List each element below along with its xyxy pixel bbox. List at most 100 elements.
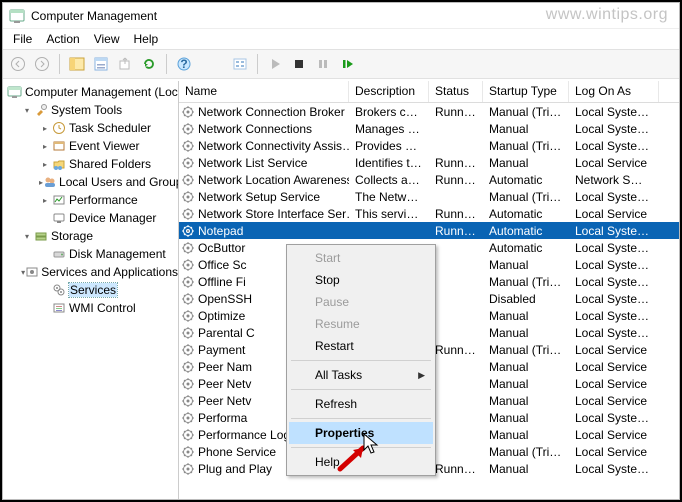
expand-icon[interactable]: ▾ [21,232,33,241]
service-description: Provides Dir… [349,139,429,153]
service-logon-as: Local Syste… [569,105,659,119]
col-name[interactable]: Name [179,81,349,102]
app-icon [9,8,25,24]
menu-view[interactable]: View [88,30,126,48]
service-startup-type: Manual [483,122,569,136]
expand-icon[interactable]: ▸ [39,142,51,151]
gear-icon [181,190,195,204]
service-startup-type: Manual [483,394,569,408]
nav-forward-button[interactable] [31,53,53,75]
service-row[interactable]: Network Connectivity Assis…Provides Dir…… [179,137,679,154]
tree-services-applications[interactable]: ▾ Services and Applications [3,263,178,281]
service-startup-type: Manual [483,377,569,391]
tree-device-manager[interactable]: ▸ Device Manager [3,209,178,227]
menu-action[interactable]: Action [40,30,85,48]
service-status: Running [429,173,483,187]
service-startup-type: Manual (Trig… [483,275,569,289]
service-startup-type: Manual (Trig… [483,139,569,153]
service-name: Network Connections [198,122,312,136]
wmi-icon [51,300,67,316]
col-startup-type[interactable]: Startup Type [483,81,569,102]
services-apps-icon [25,264,39,280]
service-name: Network Store Interface Ser… [198,207,349,221]
service-startup-type: Manual [483,156,569,170]
help-toolbar-button[interactable]: ? [173,53,195,75]
service-startup-type: Manual (Trig… [483,343,569,357]
service-startup-type: Manual [483,309,569,323]
service-name: Notepad [198,224,243,238]
tree-root[interactable]: Computer Management (Local [3,83,178,101]
tree-task-scheduler[interactable]: ▸ Task Scheduler [3,119,178,137]
service-row[interactable]: Network Store Interface Ser…This service… [179,205,679,222]
tree-shared-folders[interactable]: ▸ Shared Folders [3,155,178,173]
gear-icon [181,122,195,136]
service-startup-type: Manual (Trig… [483,445,569,459]
clock-icon [51,120,67,136]
gear-icon [181,462,195,476]
gear-icon [181,445,195,459]
service-name: OcButtor [198,241,245,255]
refresh-toolbar-button[interactable] [138,53,160,75]
navigation-tree[interactable]: Computer Management (Local ▾ System Tool… [3,81,179,499]
tree-services[interactable]: ▸ Services [3,281,178,299]
col-description[interactable]: Description [349,81,429,102]
service-name: Payment [198,343,245,357]
window-title: Computer Management [31,9,157,23]
play-button[interactable] [264,53,286,75]
service-startup-type: Automatic [483,224,569,238]
service-startup-type: Manual [483,411,569,425]
ctx-all-tasks[interactable]: All Tasks▶ [289,364,433,386]
gear-icon [181,275,195,289]
service-row[interactable]: Network Setup ServiceThe Networ…Manual (… [179,188,679,205]
service-startup-type: Automatic [483,241,569,255]
service-row[interactable]: Network Connection BrokerBrokers con…Run… [179,103,679,120]
export-button[interactable] [114,53,136,75]
tree-performance[interactable]: ▸ Performance [3,191,178,209]
storage-icon [33,228,49,244]
service-status: Running [429,343,483,357]
nav-back-button[interactable] [7,53,29,75]
device-manager-icon [51,210,67,226]
service-status: Running [429,462,483,476]
service-name: Offline Fi [198,275,246,289]
restart-button[interactable] [336,53,358,75]
ctx-refresh[interactable]: Refresh [289,393,433,415]
properties-toolbar-button[interactable] [90,53,112,75]
tree-disk-management[interactable]: ▸ Disk Management [3,245,178,263]
ctx-stop[interactable]: Stop [289,269,433,291]
service-row[interactable]: Network ConnectionsManages o…ManualLocal… [179,120,679,137]
pause-button[interactable] [312,53,334,75]
service-name: Phone Service [198,445,276,459]
toolbar-separator [257,54,258,74]
service-status: Running [429,156,483,170]
gear-icon [181,258,195,272]
service-startup-type: Manual (Trig… [483,105,569,119]
service-startup-type: Automatic [483,173,569,187]
menu-file[interactable]: File [7,30,38,48]
expand-icon[interactable]: ▸ [39,124,51,133]
view-large-icons-button[interactable] [229,53,251,75]
tree-storage[interactable]: ▾ Storage [3,227,178,245]
expand-icon[interactable]: ▸ [39,196,51,205]
tree-system-tools[interactable]: ▾ System Tools [3,101,178,119]
menu-help[interactable]: Help [128,30,165,48]
service-status: Running [429,224,483,238]
col-status[interactable]: Status [429,81,483,102]
tree-event-viewer[interactable]: ▸ Event Viewer [3,137,178,155]
gear-icon [181,224,195,238]
col-logon-as[interactable]: Log On As [569,81,659,102]
disk-icon [51,246,67,262]
expand-icon[interactable]: ▾ [21,106,33,115]
service-row[interactable]: NotepadRunningAutomaticLocal Syste… [179,222,679,239]
tree-wmi-control[interactable]: ▸ WMI Control [3,299,178,317]
service-row[interactable]: Network Location AwarenessCollects an…Ru… [179,171,679,188]
tree-local-users[interactable]: ▸ Local Users and Groups [3,173,178,191]
stop-button[interactable] [288,53,310,75]
expand-icon[interactable]: ▸ [39,160,51,169]
gear-icon [181,207,195,221]
ctx-properties[interactable]: Properties [289,422,433,444]
show-hide-tree-button[interactable] [66,53,88,75]
ctx-restart[interactable]: Restart [289,335,433,357]
service-logon-as: Local Syste… [569,190,659,204]
service-row[interactable]: Network List ServiceIdentifies th…Runnin… [179,154,679,171]
